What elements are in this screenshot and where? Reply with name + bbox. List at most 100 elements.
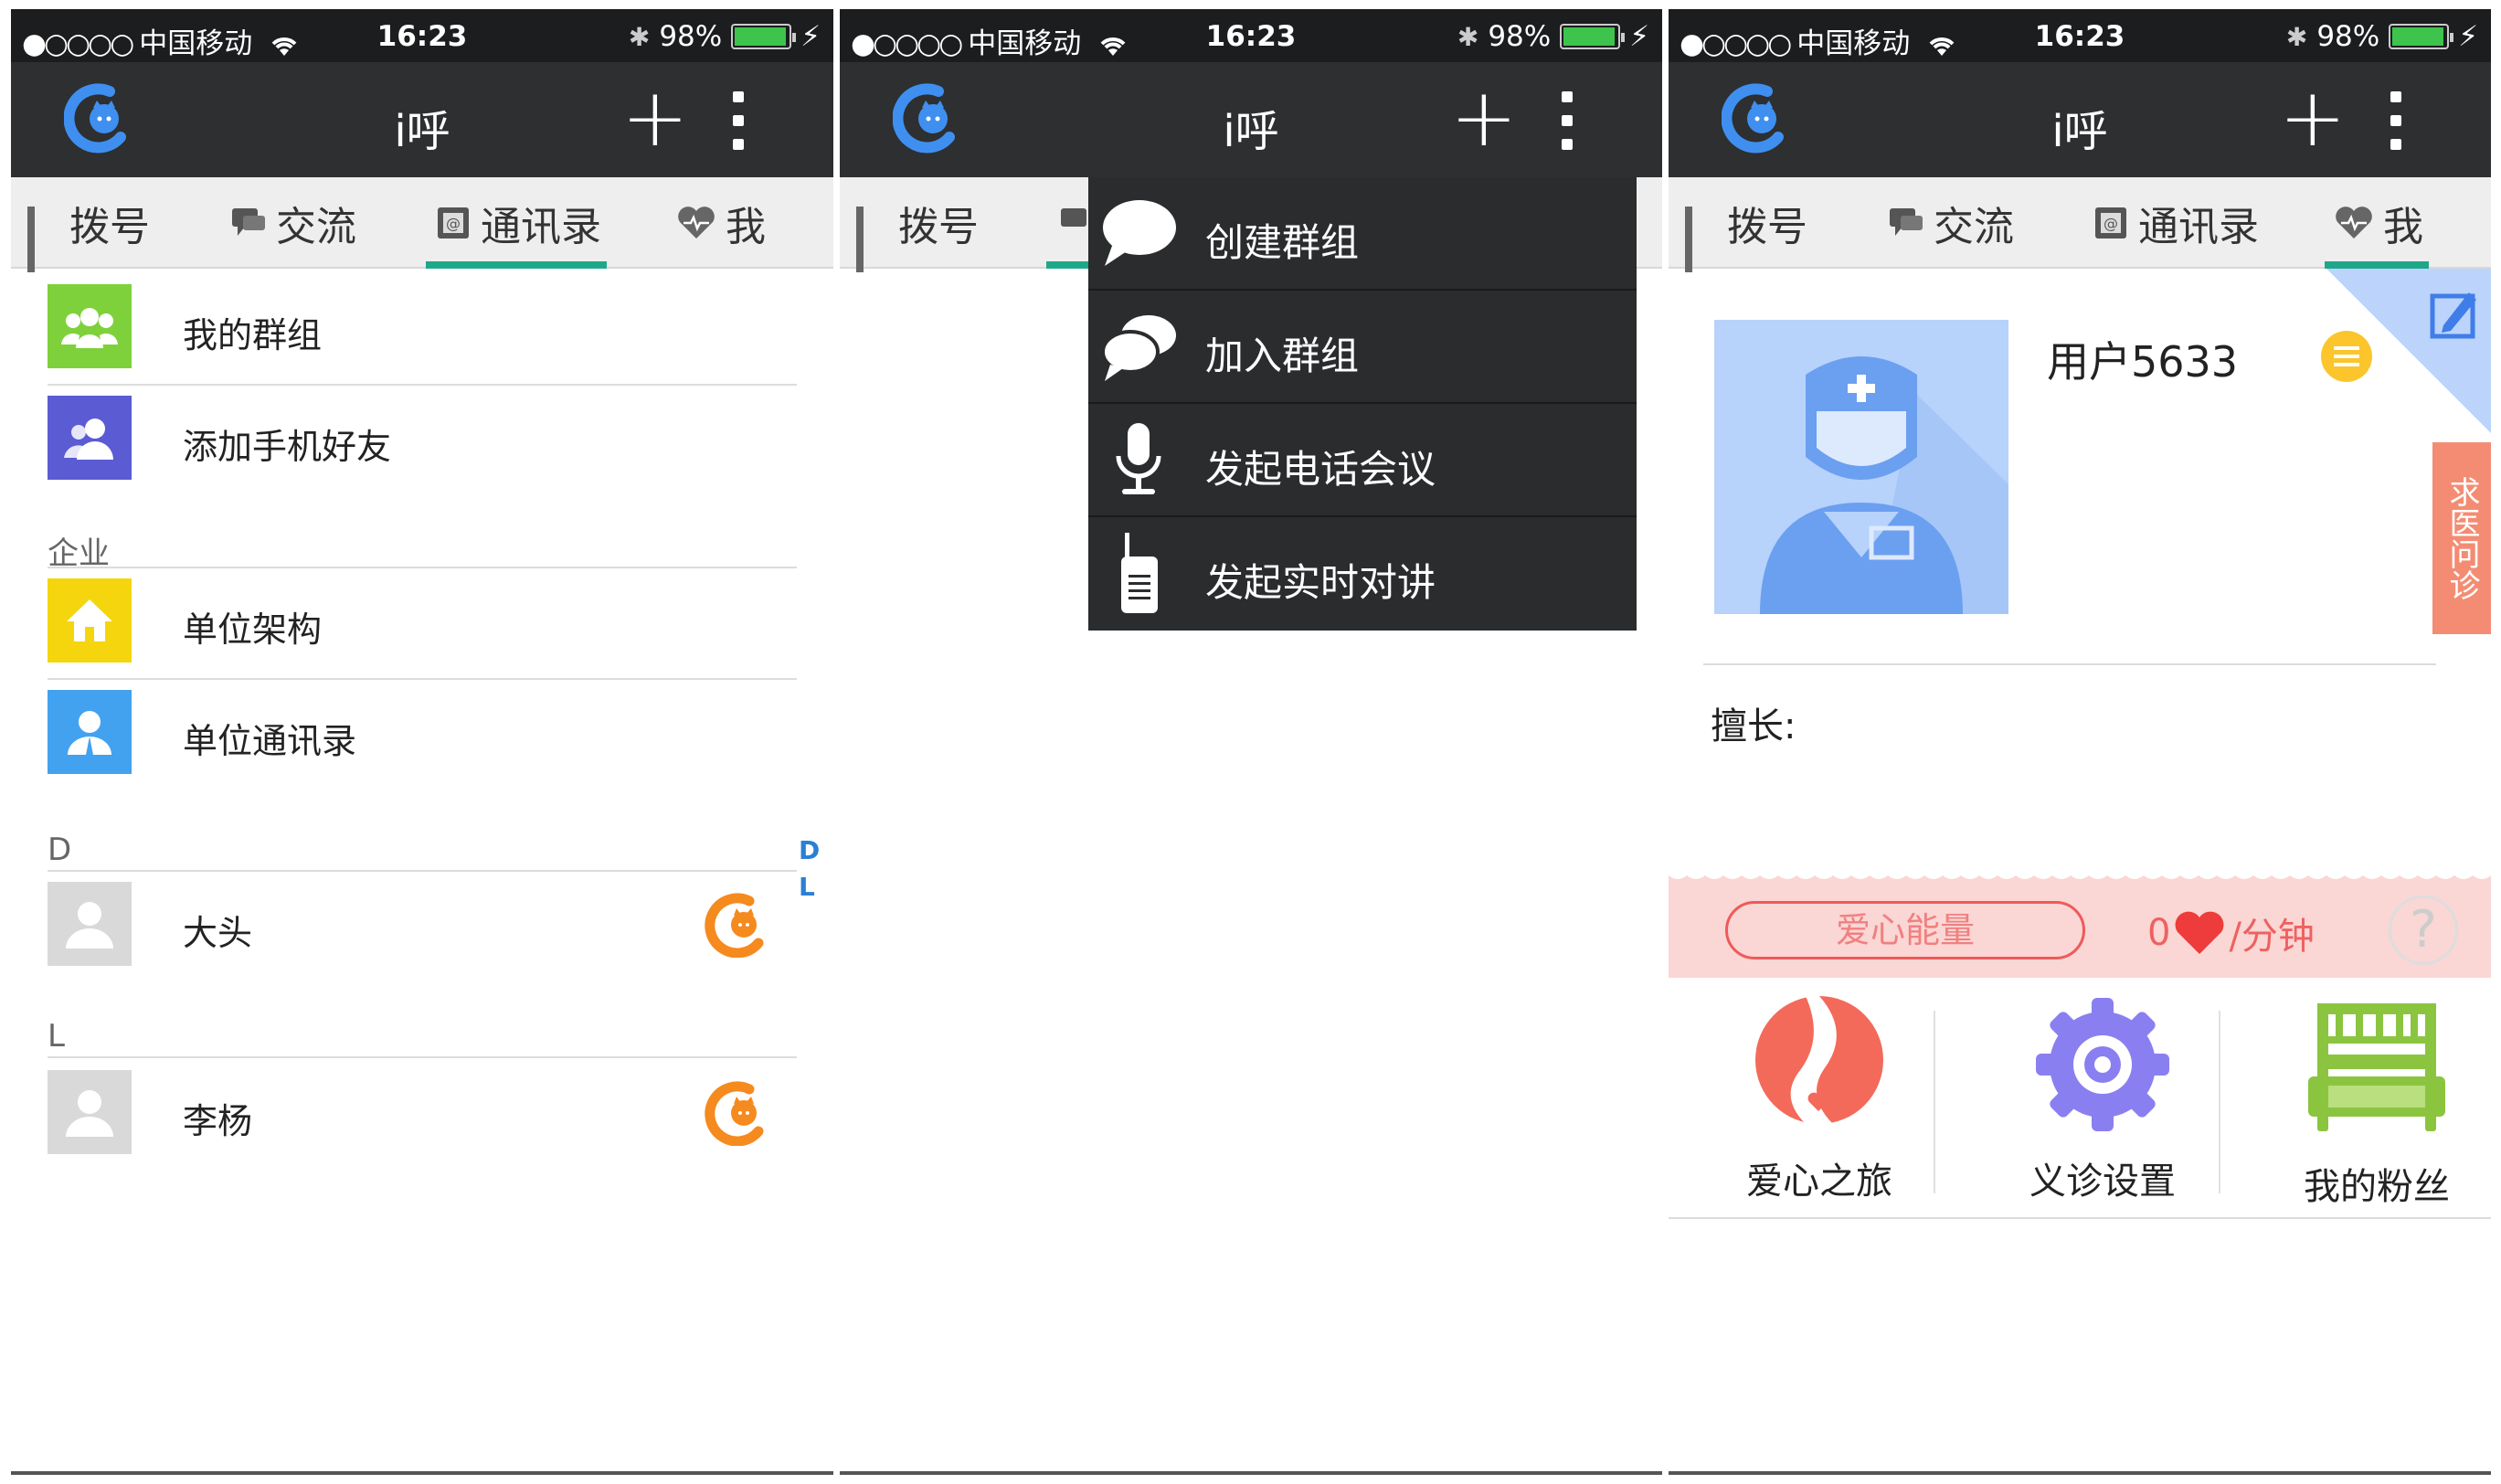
tab-me[interactable]: 我 [676, 177, 766, 269]
love-energy-button[interactable]: 爱心能量 [1725, 901, 2085, 959]
tab-contacts[interactable]: @ 通讯录 [426, 177, 607, 269]
list-item-org-directory[interactable]: 单位通讯录 [48, 680, 797, 791]
list-menu-icon[interactable] [2321, 331, 2372, 382]
charging-icon: ⚡ [2458, 20, 2478, 53]
index-letter-d[interactable]: D [799, 835, 820, 865]
battery-percent: 98% [2316, 20, 2380, 53]
tab-dial[interactable]: 拨号 [856, 177, 979, 272]
seek-medical-consult-tab[interactable]: 求医问诊 [2432, 442, 2491, 634]
tab-contacts-label: 通讯录 [2138, 204, 2259, 250]
tab-chat[interactable]: 交流 [1888, 177, 2014, 269]
walkie-talkie-icon [1097, 532, 1180, 614]
love-energy-bar: 爱心能量 0 /分钟 ? [1669, 870, 2491, 978]
menu-item-label: 加入群组 [1205, 334, 1360, 378]
tab-dial-label: 拨号 [69, 204, 150, 250]
ihu-user-badge-icon [705, 1081, 764, 1146]
feature-love-journey[interactable]: 爱心之旅 [1687, 996, 1952, 1206]
tab-contacts-label: 通讯录 [481, 204, 601, 250]
tab-bar: 拨号 交流 @ 通讯录 我 [11, 177, 833, 272]
help-button[interactable]: ? [2389, 896, 2458, 965]
love-count: 0 [2147, 912, 2171, 954]
contacts-screen: ●○○○○ 中国移动 16:23 ✱ 98% ⚡ i呼 + 拨号 交流 @ 通讯… [11, 9, 833, 1475]
battery-percent: 98% [659, 20, 723, 53]
app-title: i呼 [2051, 106, 2108, 157]
list-item-add-phone-friends[interactable]: 添加手机好友 [48, 386, 797, 497]
add-friends-icon [48, 396, 132, 480]
battery-icon [1560, 24, 1626, 49]
app-title: i呼 [1223, 106, 1279, 157]
section-header-d: D [48, 832, 797, 872]
contact-row[interactable]: 李杨 [48, 1060, 797, 1171]
menu-item-create-group[interactable]: 创建群组 [1088, 177, 1637, 291]
double-speech-bubble-icon [1097, 305, 1180, 387]
add-button[interactable]: + [1450, 78, 1518, 158]
svg-text:@: @ [446, 215, 461, 232]
feature-label: 我的粉丝 [2304, 1166, 2450, 1208]
tab-me-label: 我 [2383, 204, 2423, 250]
battery-percent: 98% [1488, 20, 1552, 53]
feature-label: 爱心之旅 [1746, 1161, 1892, 1203]
address-book-icon: @ [2095, 207, 2126, 238]
list-item-org-structure[interactable]: 单位架构 [48, 568, 797, 680]
popup-menu-screen: ●○○○○ 中国移动 16:23 ✱ 98% ⚡ i呼 + 拨号 创建群组 加入… [840, 9, 1662, 1475]
overflow-menu-icon[interactable] [2390, 91, 2403, 163]
add-button[interactable]: + [621, 78, 689, 158]
list-item-my-groups[interactable]: 我的群组 [48, 274, 797, 386]
love-unit: /分钟 [2229, 916, 2315, 958]
feature-free-clinic-settings[interactable]: 义诊设置 [1970, 996, 2235, 1206]
status-bar: ●○○○○ 中国移动 16:23 ✱ 98% ⚡ [1669, 9, 2491, 62]
menu-item-join-group[interactable]: 加入群组 [1088, 291, 1637, 404]
tab-me[interactable]: 我 [2325, 177, 2429, 269]
overflow-menu-icon[interactable] [733, 91, 746, 163]
menu-item-label: 发起实时对讲 [1205, 560, 1436, 605]
title-bar: i呼 + [840, 62, 1662, 177]
avatar[interactable] [1714, 320, 2008, 614]
add-button[interactable]: + [2279, 78, 2347, 158]
contact-name: 李杨 [183, 1101, 253, 1141]
list-item-label: 添加手机好友 [183, 427, 392, 467]
bluetooth-icon: ✱ [628, 21, 651, 52]
tab-me-label: 我 [726, 204, 766, 250]
list-item-label: 我的群组 [183, 315, 323, 355]
tab-dial[interactable]: 拨号 [1685, 177, 1807, 272]
menu-item-walkie-talkie[interactable]: 发起实时对讲 [1088, 517, 1637, 631]
chat-bubble-icon [1890, 208, 1923, 236]
app-title: i呼 [394, 106, 450, 157]
status-bar: ●○○○○ 中国移动 16:23 ✱ 98% ⚡ [11, 9, 833, 62]
username: 用户5633 [2047, 337, 2239, 387]
love-journey-icon [1755, 996, 1883, 1124]
microphone-icon [1097, 419, 1180, 501]
contact-name: 大头 [183, 913, 253, 953]
keypad-icon [27, 207, 60, 272]
feature-label: 义诊设置 [2029, 1161, 2176, 1203]
status-bar: ●○○○○ 中国移动 16:23 ✱ 98% ⚡ [840, 9, 1662, 62]
index-letter-l[interactable]: L [799, 872, 815, 902]
feature-my-fans[interactable]: 我的粉丝 [2244, 996, 2491, 1208]
menu-item-conference-call[interactable]: 发起电话会议 [1088, 404, 1637, 517]
default-avatar-icon [48, 1070, 132, 1154]
menu-item-label: 发起电话会议 [1205, 447, 1436, 492]
profile-screen: ●○○○○ 中国移动 16:23 ✱ 98% ⚡ i呼 + 拨号 交流 @ 通讯… [1669, 9, 2491, 1475]
title-bar: i呼 + [1669, 62, 2491, 177]
chat-bubble-icon [232, 208, 265, 236]
contact-row[interactable]: 大头 [48, 872, 797, 983]
bluetooth-icon: ✱ [2285, 21, 2308, 52]
keypad-icon [1685, 207, 1718, 272]
charging-icon: ⚡ [800, 20, 821, 53]
tab-chat[interactable]: 交流 [230, 177, 356, 269]
battery-icon [2389, 24, 2454, 49]
speech-bubble-icon [1097, 192, 1180, 274]
section-label: L [48, 1018, 65, 1055]
overflow-menu-icon[interactable] [1562, 91, 1574, 163]
heart-pulse-icon [678, 207, 715, 238]
tab-dial[interactable]: 拨号 [27, 177, 150, 272]
section-label: D [48, 832, 72, 868]
charging-icon: ⚡ [1629, 20, 1649, 53]
tab-dial-label: 拨号 [898, 204, 979, 250]
section-header-enterprise: 企业 [48, 528, 797, 573]
love-rate: 0 /分钟 [2147, 906, 2315, 959]
tab-contacts[interactable]: @ 通讯录 [2093, 177, 2259, 269]
list-item-label: 单位架构 [183, 610, 323, 650]
title-bar: i呼 + [11, 62, 833, 177]
svg-text:@: @ [2104, 215, 2118, 232]
